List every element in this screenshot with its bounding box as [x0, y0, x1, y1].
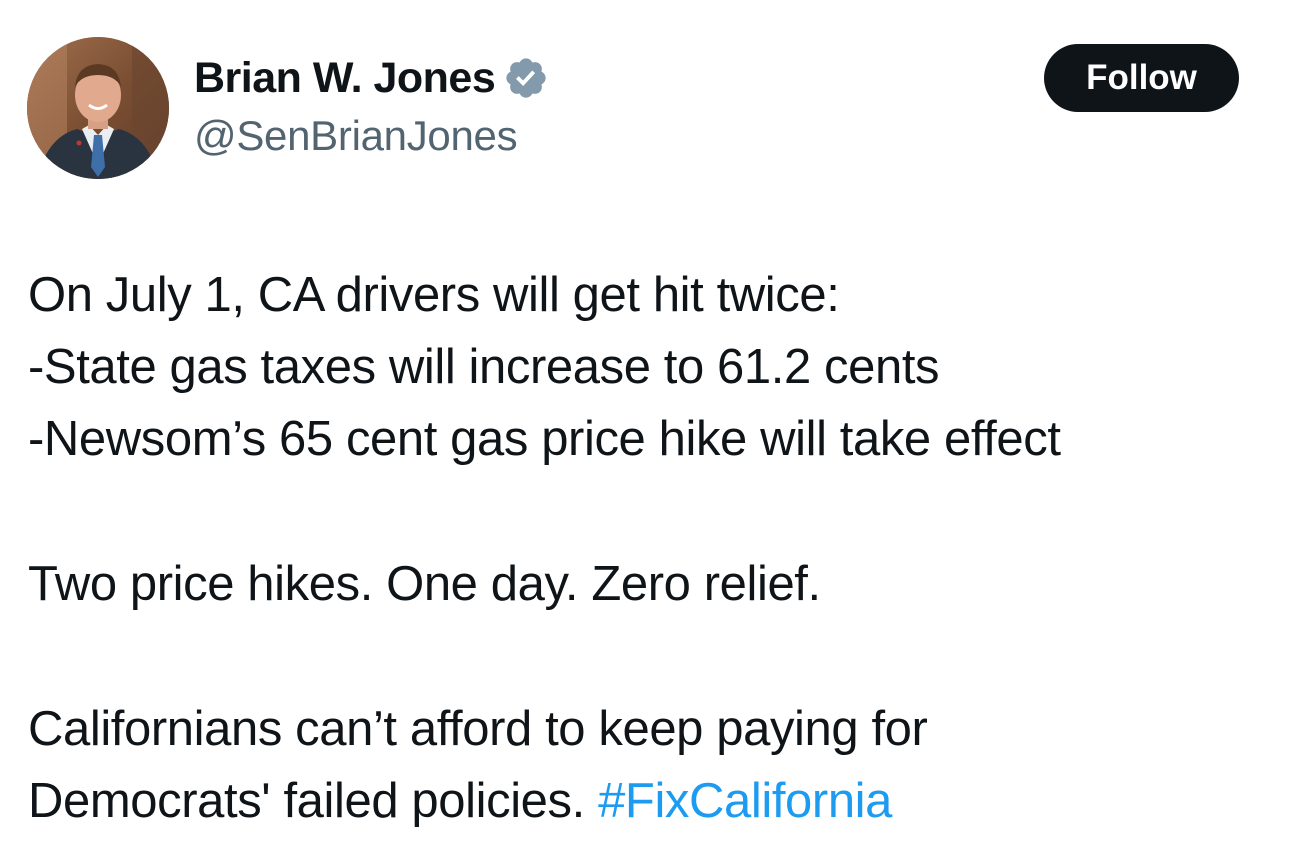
- hashtag-link[interactable]: #FixCalifornia: [598, 774, 892, 828]
- avatar[interactable]: [27, 37, 169, 179]
- display-name[interactable]: Brian W. Jones: [194, 54, 496, 103]
- tweet-line: -Newsom’s 65 cent gas price hike will ta…: [28, 412, 1061, 466]
- verified-badge-icon[interactable]: [503, 55, 549, 101]
- avatar-image: [27, 37, 169, 179]
- tweet-text: On July 1, CA drivers will get hit twice…: [28, 259, 1268, 837]
- tweet-card: Brian W. Jones @SenBrianJones Follow On …: [0, 0, 1290, 849]
- tweet-line: Californians can’t afford to keep paying…: [28, 702, 928, 756]
- follow-button[interactable]: Follow: [1044, 44, 1239, 112]
- tweet-line: On July 1, CA drivers will get hit twice…: [28, 268, 840, 322]
- tweet-line-text: Democrats' failed policies.: [28, 774, 599, 828]
- author-handle[interactable]: @SenBrianJones: [194, 112, 518, 160]
- tweet-line-last: Democrats' failed policies. #FixCaliforn…: [28, 765, 1268, 837]
- tweet-line: -State gas taxes will increase to 61.2 c…: [28, 340, 940, 394]
- author-name-row[interactable]: Brian W. Jones: [194, 50, 549, 106]
- tweet-line: Two price hikes. One day. Zero relief.: [28, 557, 821, 611]
